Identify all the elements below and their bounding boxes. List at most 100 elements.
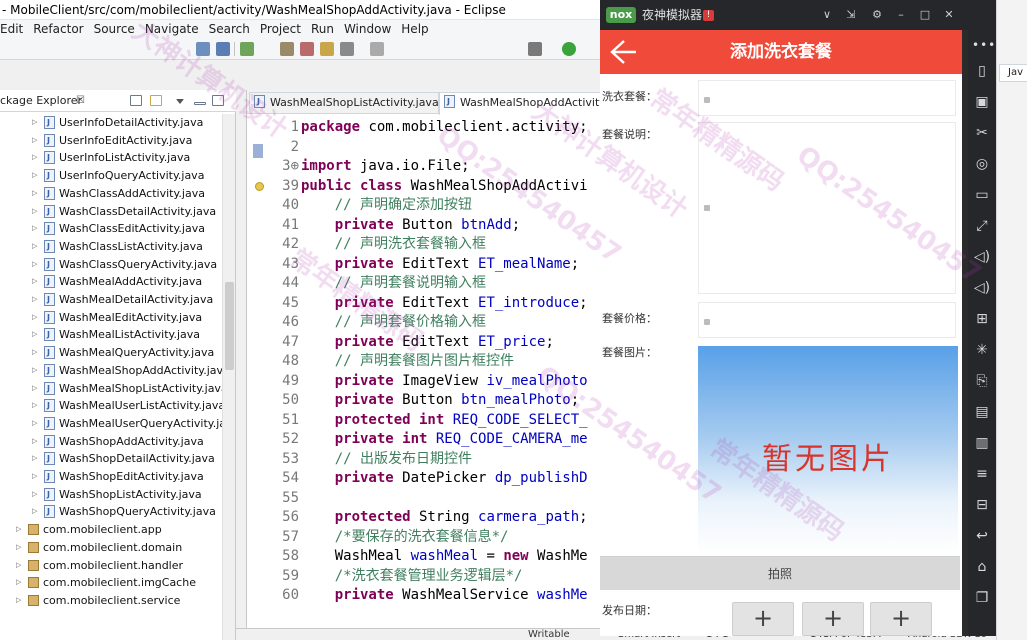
menu-item-navigate[interactable]: Navigate bbox=[145, 20, 205, 38]
tree-item-file[interactable]: ▷ J WashMealDetailActivity.java bbox=[32, 291, 213, 308]
dropdown-icon[interactable]: ∨ bbox=[816, 0, 838, 30]
build-icon[interactable] bbox=[280, 42, 294, 56]
recent-apps-icon[interactable]: ❐ bbox=[973, 589, 991, 607]
keyboard-icon[interactable]: ▣ bbox=[973, 93, 991, 111]
expand-arrow-icon[interactable]: ▷ bbox=[32, 203, 42, 220]
expand-arrow-icon[interactable]: ▷ bbox=[16, 539, 26, 556]
tree-item-file[interactable]: ▷ J WashMealShopAddActivity.java bbox=[32, 362, 222, 379]
sync-icon[interactable]: ▥ bbox=[973, 434, 991, 452]
tree-item-file[interactable]: ▷ J UserInfoQueryActivity.java bbox=[32, 167, 204, 184]
maximize-icon[interactable]: □ bbox=[914, 0, 936, 30]
close-icon[interactable]: ☒ bbox=[76, 90, 85, 112]
expand-arrow-icon[interactable]: ▷ bbox=[32, 256, 42, 273]
tree-item-file[interactable]: ▷ J WashClassQueryActivity.java bbox=[32, 256, 217, 273]
menu-icon[interactable]: ≡ bbox=[973, 465, 991, 483]
menu-item-run[interactable]: Run bbox=[311, 20, 340, 38]
multi-instance-icon[interactable]: ⎘ bbox=[973, 372, 991, 390]
meal-photo-image[interactable]: 暂无图片 bbox=[698, 346, 958, 554]
location-icon[interactable]: ◎ bbox=[973, 155, 991, 173]
expand-arrow-icon[interactable]: ▷ bbox=[32, 220, 42, 237]
collapse-all-icon[interactable] bbox=[130, 95, 142, 106]
expand-arrow-icon[interactable]: ▷ bbox=[32, 486, 42, 503]
tree-item-file[interactable]: ▷ J WashClassEditActivity.java bbox=[32, 220, 205, 237]
menu-item-edit[interactable]: Edit bbox=[0, 20, 29, 38]
menu-item-source[interactable]: Source bbox=[94, 20, 141, 38]
home-icon[interactable]: ⌂ bbox=[973, 558, 991, 576]
screen-record-icon[interactable]: ▭ bbox=[973, 186, 991, 204]
check-icon[interactable] bbox=[240, 42, 254, 56]
tree-item-file[interactable]: ▷ J WashMealUserQueryActivity.ja bbox=[32, 415, 222, 432]
date-increment-button[interactable]: + bbox=[870, 602, 932, 636]
take-photo-button[interactable]: 拍照 bbox=[600, 556, 960, 590]
nox-title-bar[interactable]: nox 夜神模拟器 ! ∨ ⇲ ⚙ – □ ✕ bbox=[600, 0, 968, 30]
expand-arrow-icon[interactable]: ▷ bbox=[32, 362, 42, 379]
expand-arrow-icon[interactable]: ▷ bbox=[32, 238, 42, 255]
java-perspective-tab[interactable]: Jav bbox=[999, 64, 1027, 82]
price-input[interactable] bbox=[698, 302, 956, 338]
link-editor-icon[interactable] bbox=[150, 95, 162, 106]
package-explorer-tab[interactable]: ckage Explorer ☒ bbox=[0, 90, 236, 112]
macro-icon[interactable]: ▤ bbox=[973, 403, 991, 421]
date-increment-button[interactable]: + bbox=[802, 602, 864, 636]
fullscreen-icon[interactable]: ⤢ bbox=[973, 217, 991, 235]
tree-item-package[interactable]: ▷ com.mobileclient.service bbox=[16, 592, 180, 609]
maximize-icon[interactable] bbox=[212, 95, 224, 106]
tab-washmealshoplistactivity[interactable]: J WashMealShopListActivity.java bbox=[249, 92, 439, 114]
menu-item-help[interactable]: Help bbox=[401, 20, 434, 38]
tree-item-package[interactable]: ▷ com.mobileclient.imgCache bbox=[16, 574, 196, 591]
expand-arrow-icon[interactable]: ▷ bbox=[32, 415, 42, 432]
expand-arrow-icon[interactable]: ▷ bbox=[32, 450, 42, 467]
menu-item-search[interactable]: Search bbox=[209, 20, 256, 38]
tree-item-file[interactable]: ▷ J WashMealAddActivity.java bbox=[32, 273, 202, 290]
target-icon[interactable] bbox=[300, 42, 314, 56]
tree-item-file[interactable]: ▷ J WashShopAddActivity.java bbox=[32, 433, 204, 450]
tree-item-file[interactable]: ▷ J WashMealUserListActivity.java bbox=[32, 397, 222, 414]
debug-icon[interactable] bbox=[528, 42, 542, 56]
tree-item-file[interactable]: ▷ J WashMealListActivity.java bbox=[32, 326, 200, 343]
tab-washmealshopaddactivity[interactable]: J WashMealShopAddActivity.java bbox=[439, 92, 631, 115]
tree-item-file[interactable]: ▷ J WashMealEditActivity.java bbox=[32, 309, 202, 326]
tree-item-file[interactable]: ▷ J WashMealShopListActivity.java bbox=[32, 380, 222, 397]
expand-arrow-icon[interactable]: ▷ bbox=[32, 433, 42, 450]
run-icon[interactable] bbox=[562, 42, 576, 56]
tree-item-file[interactable]: ▷ J WashClassDetailActivity.java bbox=[32, 203, 216, 220]
tools-icon[interactable] bbox=[320, 42, 334, 56]
tree-item-file[interactable]: ▷ J UserInfoEditActivity.java bbox=[32, 132, 192, 149]
pin-icon[interactable]: ⇲ bbox=[840, 0, 862, 30]
tree-item-file[interactable]: ▷ J WashShopListActivity.java bbox=[32, 486, 202, 503]
expand-arrow-icon[interactable]: ▷ bbox=[32, 114, 42, 131]
expand-arrow-icon[interactable]: ▷ bbox=[32, 344, 42, 361]
expand-arrow-icon[interactable]: ▷ bbox=[16, 557, 26, 574]
code-editor[interactable]: J WashMealShopListActivity.java J WashMe… bbox=[246, 90, 631, 640]
tree-item-file[interactable]: ▷ J UserInfoDetailActivity.java bbox=[32, 114, 203, 131]
tree-item-package[interactable]: ▷ com.mobileclient.domain bbox=[16, 539, 182, 556]
expand-arrow-icon[interactable]: ▷ bbox=[32, 149, 42, 166]
tree-item-file[interactable]: ▷ J WashMealQueryActivity.java bbox=[32, 344, 214, 361]
save-icon[interactable] bbox=[216, 42, 230, 56]
menu-item-window[interactable]: Window bbox=[344, 20, 397, 38]
date-increment-button[interactable]: + bbox=[732, 602, 794, 636]
scissors-icon[interactable]: ✂ bbox=[973, 124, 991, 142]
expand-arrow-icon[interactable]: ▷ bbox=[32, 380, 42, 397]
add-apk-icon[interactable]: ⊞ bbox=[973, 310, 991, 328]
save-all-icon[interactable] bbox=[196, 42, 210, 56]
expand-arrow-icon[interactable]: ▷ bbox=[16, 592, 26, 609]
tree-item-file[interactable]: ▷ J WashShopQueryActivity.java bbox=[32, 503, 216, 520]
view-menu-icon[interactable] bbox=[176, 99, 184, 104]
tree-item-package[interactable]: ▷ com.mobileclient.handler bbox=[16, 557, 183, 574]
close-icon[interactable]: ✕ bbox=[938, 0, 960, 30]
notification-badge[interactable]: ! bbox=[703, 10, 714, 21]
breakpoint-icon[interactable] bbox=[370, 42, 384, 56]
screen-rotate-icon[interactable]: ▯ bbox=[973, 62, 991, 80]
scrollbar-thumb[interactable] bbox=[225, 282, 234, 370]
tree-item-file[interactable]: ▷ J WashClassListActivity.java bbox=[32, 238, 203, 255]
meal-name-input[interactable] bbox=[698, 80, 956, 116]
expand-arrow-icon[interactable]: ▷ bbox=[32, 273, 42, 290]
tree-item-file[interactable]: ▷ J WashShopEditActivity.java bbox=[32, 468, 204, 485]
expand-arrow-icon[interactable]: ▷ bbox=[32, 291, 42, 308]
introduce-input[interactable] bbox=[698, 122, 956, 294]
back-arrow-icon[interactable] bbox=[608, 38, 638, 66]
tree-item-package[interactable]: ▷ com.mobileclient.app bbox=[16, 521, 162, 538]
tree-scrollbar[interactable] bbox=[222, 114, 235, 640]
menu-item-refactor[interactable]: Refactor bbox=[33, 20, 89, 38]
